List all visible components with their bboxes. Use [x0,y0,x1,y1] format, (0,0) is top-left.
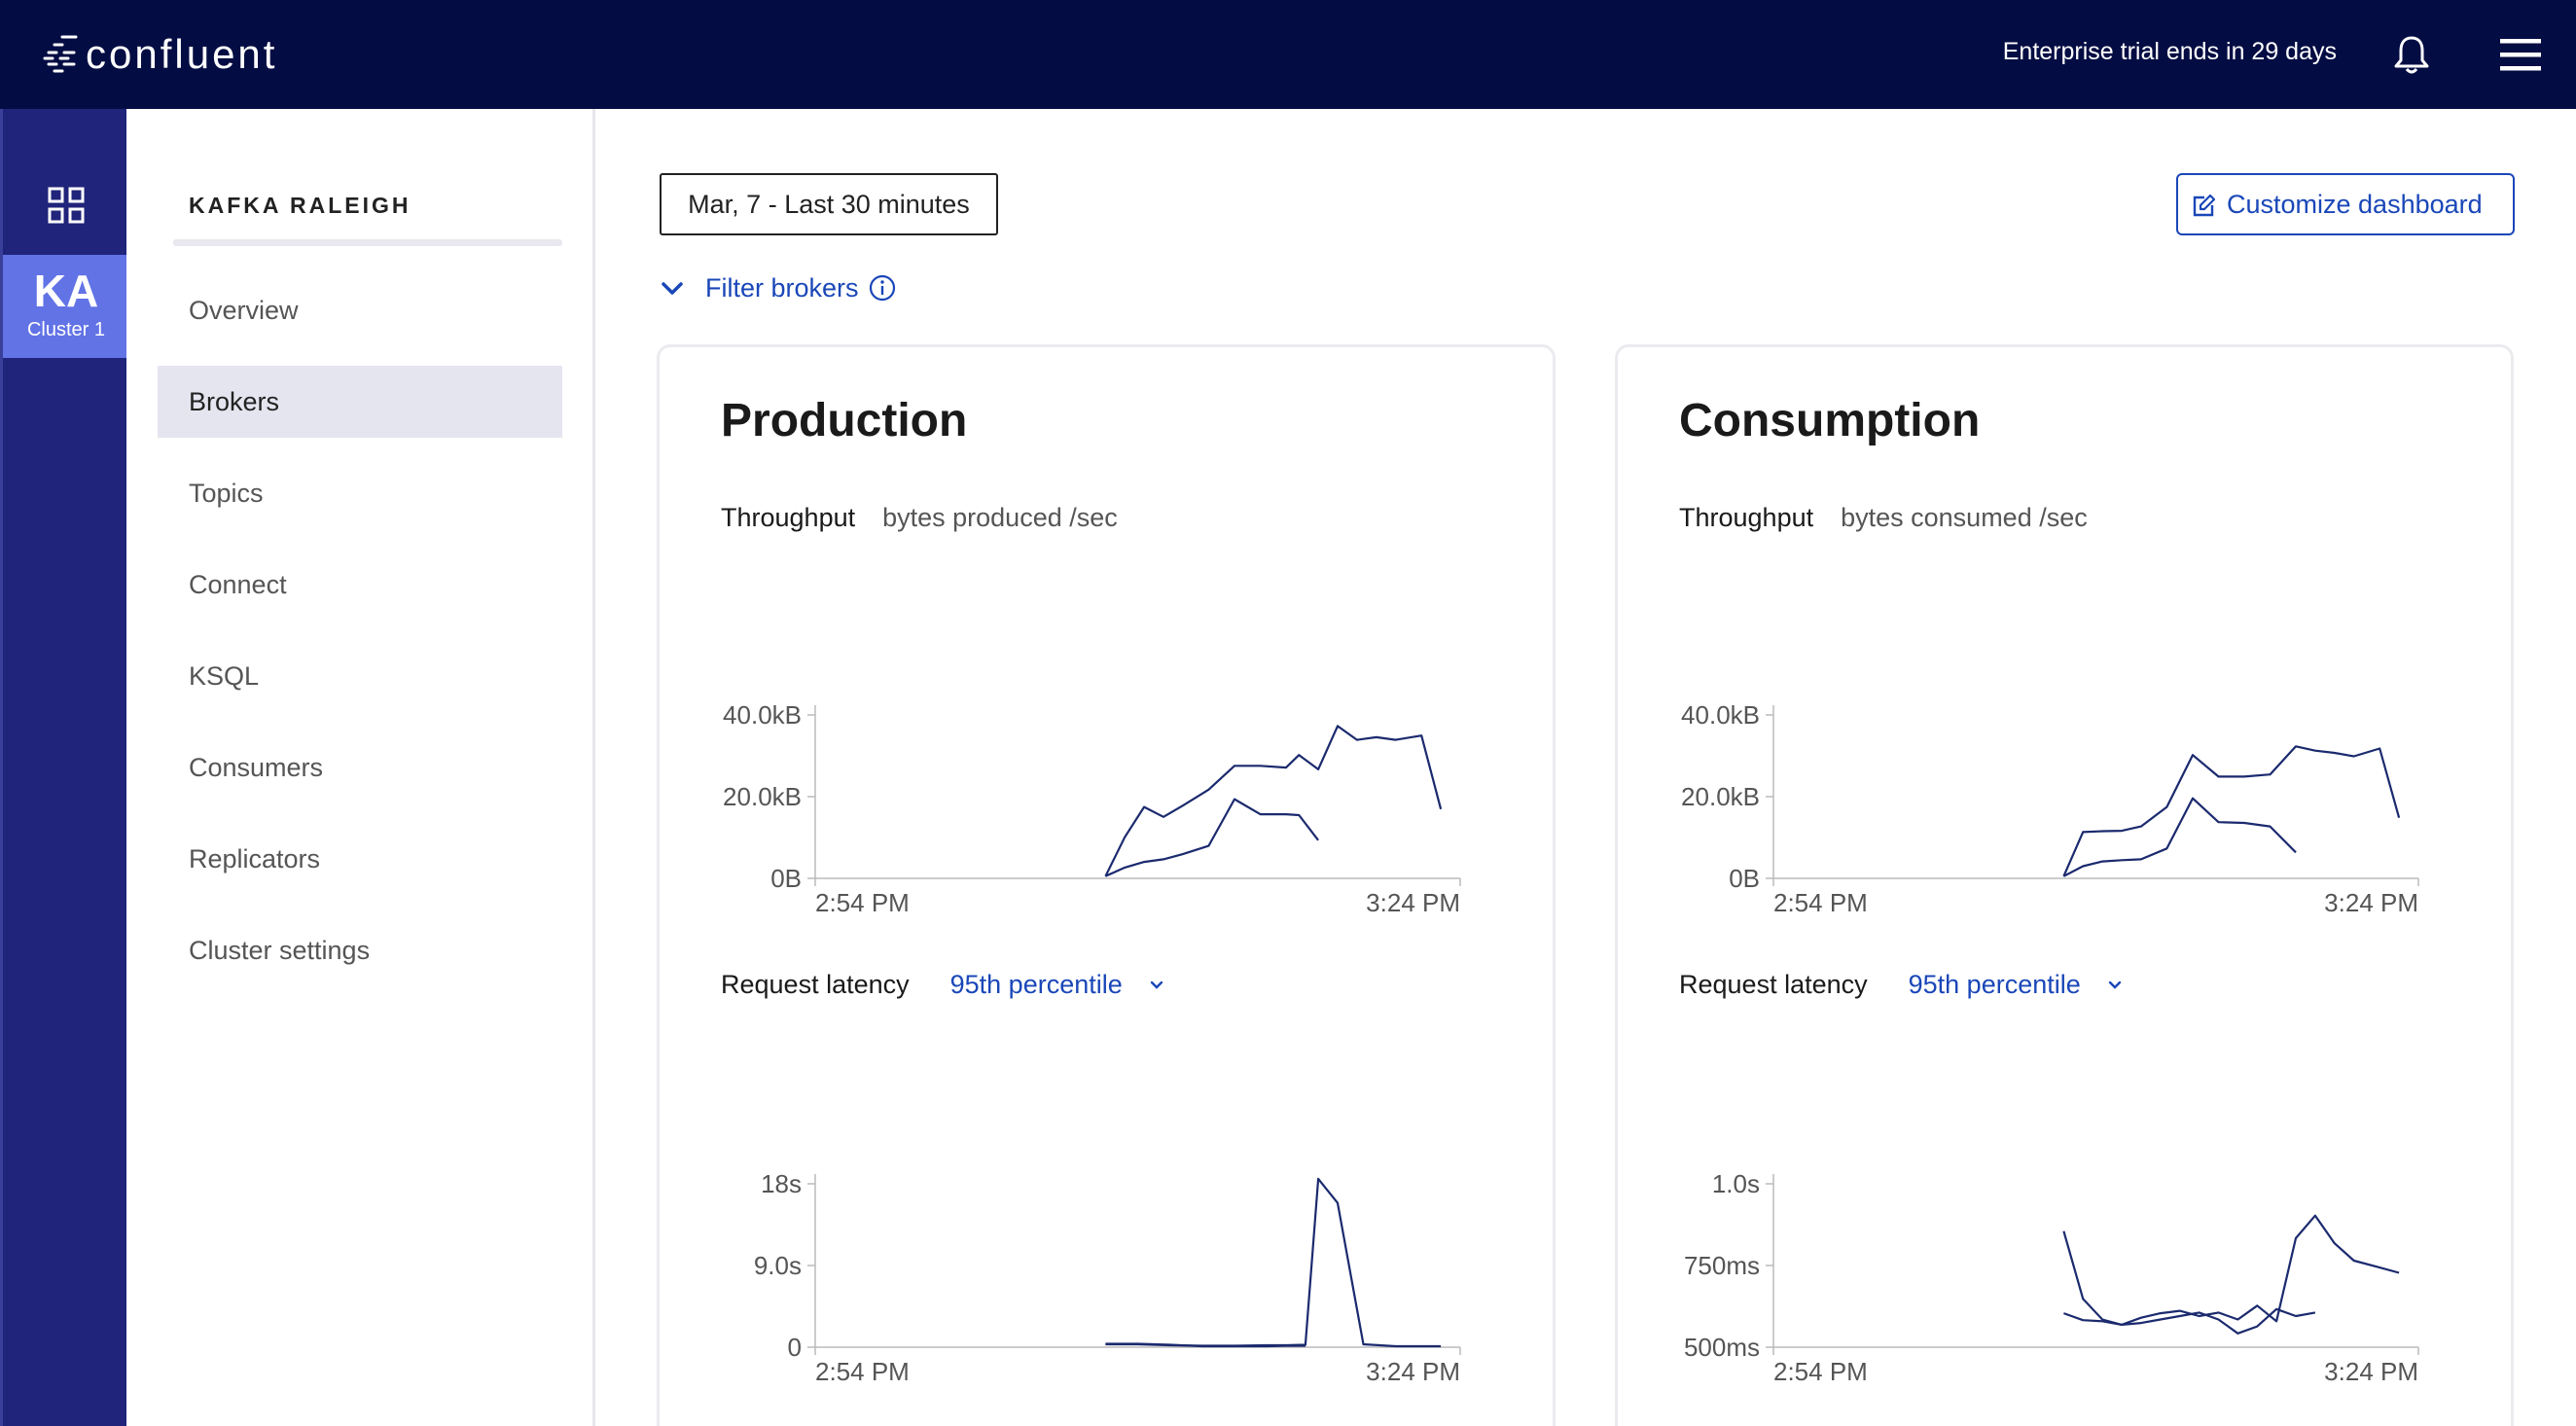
cluster-tile[interactable]: KA Cluster 1 [3,255,129,358]
throughput-label: Throughput [1679,503,1814,532]
y-tick-label: 20.0kB [1681,782,1760,811]
x-tick-label: 3:24 PM [2324,888,2418,917]
sidebar-item-brokers[interactable]: Brokers [158,366,562,438]
series-line-1 [2062,1214,2400,1326]
throughput-unit: bytes produced /sec [882,503,1118,532]
percentile-label: 95th percentile [949,970,1123,999]
latency-label: Request latency [1679,970,1868,999]
consumption-throughput-chart: 40.0kB 20.0kB 0B 2:54 PM 3:24 PM [1681,700,2419,917]
consumption-title: Consumption [1679,395,1981,446]
percentile-label: 95th percentile [1908,970,2081,999]
y-tick-label: 40.0kB [1681,700,1760,730]
sidebar-item-replicators[interactable]: Replicators [158,823,562,895]
y-tick-label: 20.0kB [723,782,802,811]
series-line-1 [1104,725,1443,877]
throughput-unit: bytes consumed /sec [1841,503,2088,532]
series-line-1 [2062,745,2401,877]
sidebar-item-cluster-settings[interactable]: Cluster settings [158,914,562,986]
filter-brokers-label: Filter brokers [705,272,859,303]
production-title: Production [721,395,968,446]
consumption-card: Consumption Throughput bytes consumed /s… [1615,344,2514,1426]
series-line-2 [2062,797,2297,877]
sidebar-nav: Overview Brokers Topics Connect KSQL Con… [158,274,562,1006]
edit-icon [2193,195,2215,217]
latency-label: Request latency [721,970,910,999]
cluster-abbreviation: KA [33,266,99,316]
production-throughput-header: Throughput bytes produced /sec [721,503,1118,533]
series-line-1 [1105,1177,1442,1348]
sidebar-divider [173,239,562,246]
main-content: Mar, 7 - Last 30 minutes Customize dashb… [598,109,2576,1426]
production-throughput-chart: 40.0kB 20.0kB 0B 2:54 PM 3:24 PM [723,700,1461,917]
throughput-label: Throughput [721,503,856,532]
y-tick-label: 0B [1729,864,1760,893]
production-card: Production Throughput bytes produced /se… [657,344,1556,1426]
confluent-logo[interactable]: confluent [43,27,277,82]
production-latency-chart: 18s 9.0s 0 2:54 PM 3:24 PM [754,1169,1461,1386]
percentile-dropdown[interactable]: 95th percentile [950,970,1167,1000]
sidebar-item-topics[interactable]: Topics [158,457,562,529]
y-tick-label: 750ms [1684,1251,1760,1280]
y-tick-label: 18s [761,1169,802,1198]
production-latency-header: Request latency 95th percentile [721,970,1167,1000]
filter-brokers-toggle[interactable]: Filter brokers [659,268,896,307]
date-range-picker[interactable]: Mar, 7 - Last 30 minutes [660,173,998,235]
percentile-dropdown[interactable]: 95th percentile [1909,970,2126,1000]
confluent-logo-icon [43,35,78,73]
sidebar-item-ksql[interactable]: KSQL [158,640,562,712]
x-tick-label: 2:54 PM [815,888,910,917]
cluster-rail: KA Cluster 1 [0,109,129,1426]
customize-dashboard-button[interactable]: Customize dashboard [2176,173,2515,235]
chevron-down-icon [662,282,683,295]
hamburger-menu-icon[interactable] [2500,37,2541,72]
customize-dashboard-label: Customize dashboard [2227,190,2483,219]
x-tick-label: 3:24 PM [1366,888,1460,917]
grid-dashboard-icon[interactable] [48,187,85,224]
info-icon[interactable] [869,274,896,302]
consumption-latency-header: Request latency 95th percentile [1679,970,2126,1000]
y-tick-label: 0B [770,864,802,893]
x-tick-label: 3:24 PM [1366,1357,1460,1386]
confluent-dashboard: confluent Enterprise trial ends in 29 da… [0,0,2576,1426]
sidebar-item-connect[interactable]: Connect [158,549,562,621]
logo-wordmark: confluent [86,31,278,77]
x-tick-label: 2:54 PM [815,1357,910,1386]
y-tick-label: 0 [788,1333,802,1362]
chevron-down-icon [1150,980,1163,989]
consumption-throughput-header: Throughput bytes consumed /sec [1679,503,2088,533]
x-tick-label: 2:54 PM [1773,888,1868,917]
y-tick-label: 1.0s [1712,1169,1760,1198]
y-tick-label: 40.0kB [723,700,802,730]
cluster-title: KAFKA RALEIGH [189,193,411,218]
trial-notice: Enterprise trial ends in 29 days [2002,38,2337,65]
y-tick-label: 500ms [1684,1333,1760,1362]
series-line-2 [1104,798,1319,877]
x-tick-label: 3:24 PM [2324,1357,2418,1386]
top-bar: confluent Enterprise trial ends in 29 da… [0,0,2576,109]
chevron-down-icon [2108,980,2121,989]
bell-icon[interactable] [2391,33,2432,76]
sidebar-item-consumers[interactable]: Consumers [158,731,562,803]
sidebar: KAFKA RALEIGH Overview Brokers Topics Co… [126,109,595,1426]
y-tick-label: 9.0s [754,1251,802,1280]
consumption-latency-chart: 1.0s 750ms 500ms 2:54 PM 3:24 PM [1684,1169,2419,1386]
sidebar-item-overview[interactable]: Overview [158,274,562,346]
cluster-name: Cluster 1 [26,319,106,340]
x-tick-label: 2:54 PM [1773,1357,1868,1386]
